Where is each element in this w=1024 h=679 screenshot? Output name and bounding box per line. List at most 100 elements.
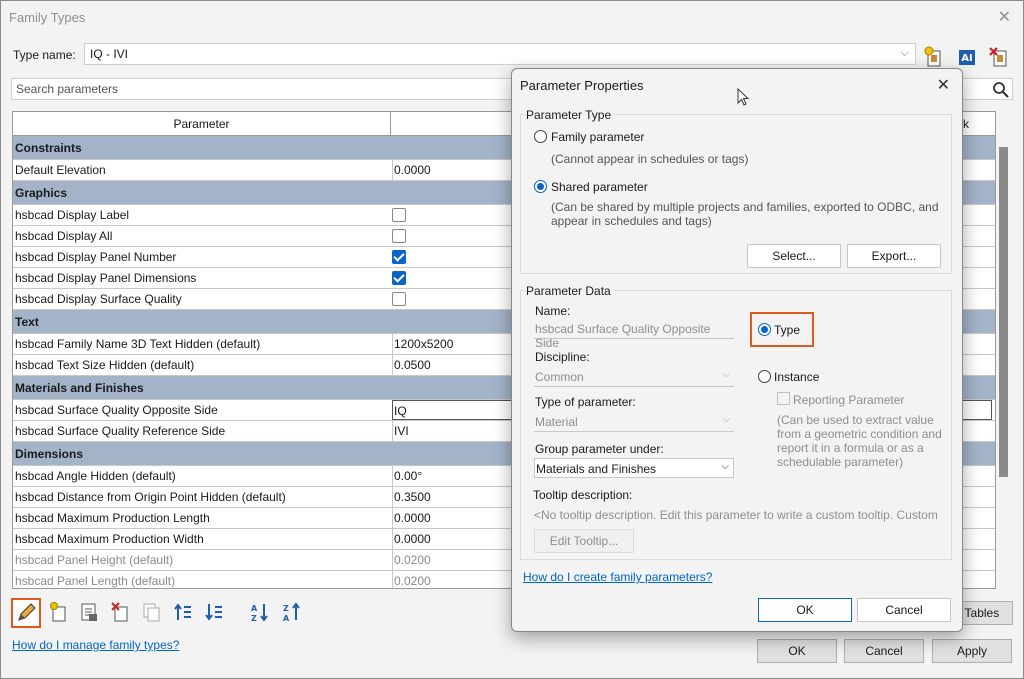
parameter-checkbox[interactable] xyxy=(392,271,406,285)
parameter-name: hsbcad Family Name 3D Text Hidden (defau… xyxy=(15,337,261,351)
discipline-dropdown[interactable]: Common ⌵ xyxy=(534,367,734,387)
move-down-icon[interactable] xyxy=(204,601,224,623)
parameter-name: hsbcad Panel Length (default) xyxy=(15,574,176,588)
parameter-data-group-label: Parameter Data xyxy=(526,284,614,298)
tooltip-description-label: Tooltip description: xyxy=(533,488,633,502)
shared-parameter-note-line-1: (Can be shared by multiple projects and … xyxy=(551,200,939,214)
chevron-down-icon: ⌵ xyxy=(722,369,730,380)
reporting-parameter-checkbox[interactable] xyxy=(777,392,790,405)
type-radio-label[interactable]: Type xyxy=(774,323,800,337)
rename-type-icon[interactable]: AI xyxy=(956,46,978,68)
tooltip-description-value: <No tooltip description. Edit this param… xyxy=(534,508,938,522)
type-of-parameter-dropdown[interactable]: Material ⌵ xyxy=(534,412,734,432)
parameter-checkbox[interactable] xyxy=(392,229,406,243)
shared-parameter-note-line-2: appear in schedules and tags) xyxy=(551,214,712,228)
discipline-label: Discipline: xyxy=(535,350,590,364)
dialog-cancel-button[interactable]: Cancel xyxy=(857,598,951,622)
svg-text:AI: AI xyxy=(961,53,972,64)
sort-descending-icon[interactable]: Z A xyxy=(282,601,302,623)
type-radio[interactable] xyxy=(758,323,771,336)
group-header-label: Constraints xyxy=(15,141,82,155)
shared-parameter-label[interactable]: Shared parameter xyxy=(551,180,648,194)
type-name-value: IQ - IVI xyxy=(90,47,129,61)
chevron-down-icon: ⌵ xyxy=(722,414,730,425)
cancel-button[interactable]: Cancel xyxy=(844,639,924,663)
parameter-name: Default Elevation xyxy=(15,163,106,177)
group-header-label: Dimensions xyxy=(15,447,84,461)
reporting-note-line-2: from a geometric condition and xyxy=(777,427,942,441)
chevron-down-icon: ⌵ xyxy=(721,461,729,472)
reporting-note-line-1: (Can be used to extract value xyxy=(777,413,934,427)
instance-radio[interactable] xyxy=(758,370,771,383)
group-parameter-under-value: Materials and Finishes xyxy=(536,462,657,476)
select-button[interactable]: Select... xyxy=(747,244,841,268)
parameter-name: hsbcad Surface Quality Opposite Side xyxy=(15,403,218,417)
parameter-name: hsbcad Display Panel Dimensions xyxy=(15,271,197,285)
table-scrollbar[interactable] xyxy=(997,113,1011,589)
name-label: Name: xyxy=(535,304,571,318)
parameter-name: hsbcad Display Surface Quality xyxy=(15,292,182,306)
name-field[interactable]: hsbcad Surface Quality Opposite Side xyxy=(534,319,734,350)
type-name-label: Type name: xyxy=(13,48,76,62)
move-up-icon[interactable] xyxy=(173,601,193,623)
parameter-list-icon[interactable] xyxy=(79,601,99,623)
mouse-cursor-icon xyxy=(737,88,750,106)
dialog-ok-button[interactable]: OK xyxy=(758,598,852,622)
delete-parameter-icon[interactable] xyxy=(111,601,131,623)
parameter-name: hsbcad Display All xyxy=(15,229,113,243)
parameter-name: hsbcad Display Panel Number xyxy=(15,250,177,264)
parameter-properties-dialog: Parameter Properties ✕ Parameter Type Fa… xyxy=(511,68,963,632)
svg-text:A: A xyxy=(283,614,290,623)
edit-parameter-button[interactable] xyxy=(11,598,41,628)
family-parameter-label[interactable]: Family parameter xyxy=(551,130,644,144)
search-icon[interactable] xyxy=(992,81,1010,99)
create-family-parameters-link[interactable]: How do I create family parameters? xyxy=(523,570,712,584)
parameter-name: hsbcad Display Label xyxy=(15,208,130,222)
column-header-lock[interactable]: k xyxy=(963,112,969,136)
parameter-name: hsbcad Text Size Hidden (default) xyxy=(15,358,195,372)
parameter-name: hsbcad Maximum Production Width xyxy=(15,532,204,546)
svg-text:A: A xyxy=(251,604,258,613)
family-parameter-radio[interactable] xyxy=(534,130,547,143)
group-header-label: Text xyxy=(15,315,39,329)
parameter-name: hsbcad Distance from Origin Point Hidden… xyxy=(15,490,286,504)
reporting-parameter-label: Reporting Parameter xyxy=(793,393,905,407)
parameter-name: hsbcad Panel Height (default) xyxy=(15,553,174,567)
sort-ascending-icon[interactable]: A Z xyxy=(250,601,270,623)
parameter-checkbox[interactable] xyxy=(392,250,406,264)
parameter-checkbox[interactable] xyxy=(392,208,406,222)
parameter-name: hsbcad Angle Hidden (default) xyxy=(15,469,176,483)
reporting-note-line-3: report it in a formula or as a xyxy=(777,441,924,455)
group-header-label: Materials and Finishes xyxy=(15,381,144,395)
parameter-name: hsbcad Maximum Production Length xyxy=(15,511,210,525)
group-parameter-under-label: Group parameter under: xyxy=(535,442,664,456)
svg-text:Z: Z xyxy=(251,614,257,623)
apply-button[interactable]: Apply xyxy=(932,639,1012,663)
discipline-value: Common xyxy=(535,370,584,384)
manage-family-types-link[interactable]: How do I manage family types? xyxy=(12,638,179,652)
parameter-checkbox[interactable] xyxy=(392,292,406,306)
shared-parameter-radio[interactable] xyxy=(534,180,547,193)
duplicate-parameter-icon[interactable] xyxy=(141,601,161,623)
parameter-type-group-label: Parameter Type xyxy=(526,108,615,122)
type-of-parameter-label: Type of parameter: xyxy=(535,395,636,409)
type-name-dropdown[interactable]: IQ - IVI ⌵ xyxy=(84,43,916,65)
column-header-parameter[interactable]: Parameter xyxy=(13,112,391,136)
delete-type-icon[interactable] xyxy=(989,46,1011,68)
family-parameter-note: (Cannot appear in schedules or tags) xyxy=(551,152,749,166)
new-parameter-icon[interactable] xyxy=(49,601,69,623)
reporting-note-line-4: schedulable parameter) xyxy=(777,455,904,469)
parameter-name: hsbcad Surface Quality Reference Side xyxy=(15,424,226,438)
instance-radio-label[interactable]: Instance xyxy=(774,370,819,384)
close-icon[interactable]: ✕ xyxy=(998,7,1011,27)
scrollbar-thumb[interactable] xyxy=(999,147,1008,477)
new-type-icon[interactable] xyxy=(923,46,945,68)
close-icon[interactable]: ✕ xyxy=(937,75,950,95)
edit-tooltip-button[interactable]: Edit Tooltip... xyxy=(534,529,634,553)
window-title: Family Types xyxy=(9,10,86,25)
group-header-label: Graphics xyxy=(15,186,68,200)
ok-button[interactable]: OK xyxy=(757,639,837,663)
export-button[interactable]: Export... xyxy=(847,244,941,268)
dialog-title: Parameter Properties xyxy=(520,78,644,93)
group-parameter-under-dropdown[interactable]: Materials and Finishes ⌵ xyxy=(534,458,734,478)
